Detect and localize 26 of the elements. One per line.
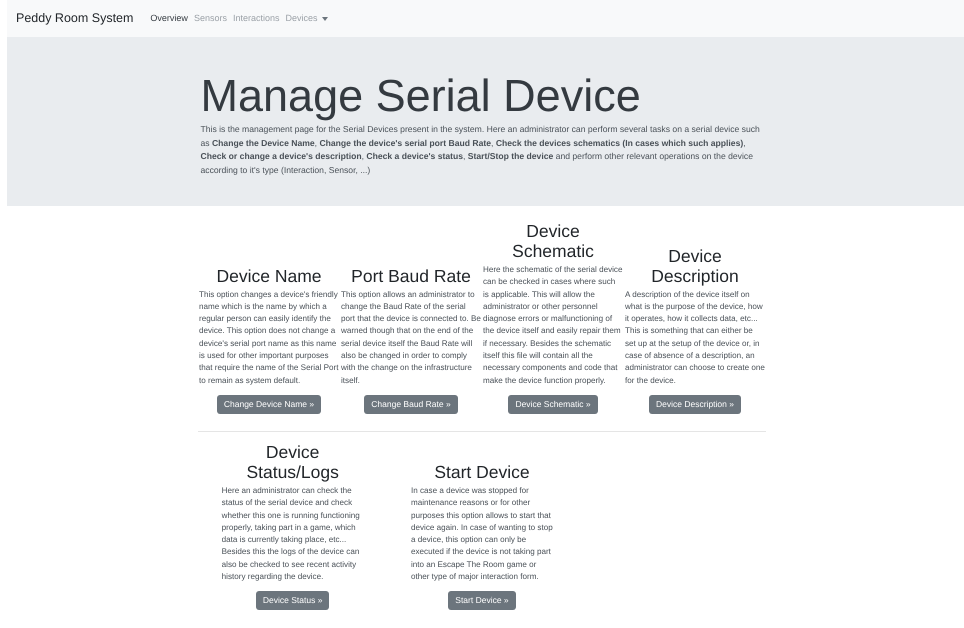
option-button[interactable]: Device Description » xyxy=(649,394,741,414)
option-heading: Start Device xyxy=(434,462,530,482)
option-button[interactable]: Device Schematic » xyxy=(508,394,598,414)
nav-dropdown[interactable]: Devices xyxy=(286,12,328,26)
option-description: This option allows an administrator to change the Baud Rate of the serial port that the device is connected to. Be warned though that on the end of the serial device itself the Baud Rate will also be changed in order to comply with the change on the infrastructure itself. xyxy=(341,288,481,387)
option-heading: Port Baud Rate xyxy=(351,266,471,286)
option-description: A description of the device itself on what is the purpose of the device, how it operates, how it collects data, etc... This is something that can either be set up at the setup of the device or, in case of absence of a description, an administrator can choose to create one for the device. xyxy=(625,288,765,387)
option-button[interactable]: Change Device Name » xyxy=(216,394,322,414)
option-description: In case a device was stopped for maintenance reasons or for other purposes this option allows to start that device again. In case of wanting to stop a device, this option can only be executed if the device is not taking part into an Escape The Room game or other type of major interaction form. xyxy=(410,484,553,584)
caret-icon xyxy=(322,16,328,20)
option-button[interactable]: Start Device » xyxy=(448,591,516,610)
page-description: This is the management page for the Serial Devices present in the system. Here an administrator can perform several tasks on a serial device such as Change the Device Name, Change the device's serial port Baud Rate, Check the devices schematics (In cases which such applies), Check or change a device's description, Check a device's status, Start/Stop the device and perform other relevant operations on the device according to it's type (Interaction, Sensor, ...) xyxy=(200,123,761,177)
option-button[interactable]: Device Status » xyxy=(256,591,330,610)
option-button[interactable]: Change Baud Rate » xyxy=(364,394,458,414)
option-heading: Device Schematic xyxy=(511,221,595,261)
nav-link[interactable]: Interactions xyxy=(232,12,280,26)
option-description: Here the schematic of the serial device can be checked in cases where such is applicable. This will allow the administrator or other personnel diagnose errors or malfunctioning of the device itself and easily repair them if necessary. Besides the schematic itself this file will contain all the necessary components and code that make the device function properly. xyxy=(483,264,623,387)
option-description: Here an administrator can check the status of the serial device and check whether this one is running functioning properly, taking part in a game, which data is currently taking place, etc... Besides this the logs of the device can also be checked to see recent activity history regarding the device. xyxy=(222,484,361,584)
option-heading: Device Status/Logs xyxy=(245,442,340,482)
option-description: This option changes a device's friendly name which is the name by which a regular person can easily identify the device. This option does not change a device's serial port name as this name is used for other important purposes that require the name of the Serial Port to remain as system default. xyxy=(199,288,339,387)
nav-link[interactable]: Sensors xyxy=(194,12,227,26)
option-heading: Device Name xyxy=(216,266,322,286)
page-title: Manage Serial Device xyxy=(200,71,642,121)
option-heading: Device Description xyxy=(650,246,740,286)
brand-name[interactable]: Peddy Room System xyxy=(16,9,134,28)
nav-link[interactable]: Overview xyxy=(150,12,188,26)
